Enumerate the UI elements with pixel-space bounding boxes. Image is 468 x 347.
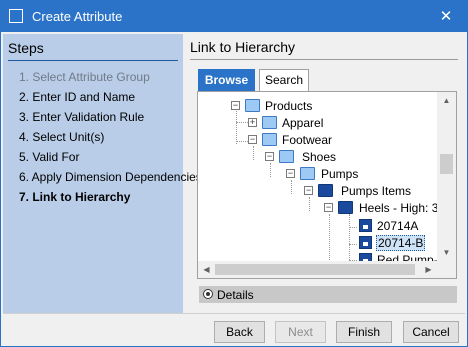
step-select-attribute-group: 1. Select Attribute Group (19, 70, 150, 84)
hierarchy-tree[interactable]: − Products + Apparel − Footwear − Shoes … (197, 91, 457, 279)
tree-node-products[interactable]: − Products (231, 98, 451, 114)
cancel-button[interactable]: Cancel (403, 321, 459, 343)
details-bar[interactable]: Details (199, 286, 457, 303)
scroll-corner (437, 261, 456, 278)
folder-icon (262, 116, 277, 129)
tree-node-footwear[interactable]: − Footwear (248, 132, 448, 148)
title-bar: Create Attribute ✕ (1, 1, 467, 32)
steps-panel: Steps 1. Select Attribute Group 2. Enter… (3, 34, 202, 313)
vertical-scroll-thumb[interactable] (440, 154, 453, 174)
scroll-down-icon[interactable]: ▼ (437, 244, 456, 261)
page-title: Link to Hierarchy (190, 39, 296, 55)
tree-node-label: 20714-B (376, 235, 426, 251)
folder-dark-icon (318, 184, 333, 197)
vertical-scrollbar[interactable]: ▲ ▼ (437, 92, 456, 261)
tree-connector (349, 214, 350, 260)
item-icon (359, 236, 372, 249)
steps-title: Steps (8, 40, 44, 56)
tree-connector (309, 197, 310, 211)
collapse-toggle[interactable]: − (265, 152, 274, 161)
tree-connector (329, 214, 330, 262)
folder-icon (262, 133, 277, 146)
tree-node-pumps[interactable]: − Pumps (286, 166, 446, 182)
folder-icon (279, 150, 294, 163)
create-attribute-dialog: Create Attribute ✕ Steps 1. Select Attri… (0, 0, 468, 347)
window-title: Create Attribute (32, 9, 123, 24)
window-icon (9, 9, 23, 23)
expand-toggle[interactable]: + (248, 118, 257, 127)
tree-connector (270, 163, 271, 177)
scroll-right-icon[interactable]: ▶ (420, 261, 437, 278)
collapse-toggle[interactable]: − (231, 101, 240, 110)
tab-search[interactable]: Search (259, 69, 309, 91)
tree-node-label: Shoes (302, 150, 337, 164)
collapse-toggle[interactable]: − (248, 135, 257, 144)
tree-node-shoes[interactable]: − Shoes (265, 149, 445, 165)
footer-divider (3, 313, 465, 314)
tree-connector (349, 244, 357, 245)
title-divider (190, 59, 458, 60)
step-select-units: 4. Select Unit(s) (19, 130, 105, 144)
tree-node-apparel[interactable]: + Apparel (248, 115, 448, 131)
tree-connector (253, 146, 254, 160)
next-button[interactable]: Next (275, 321, 326, 343)
collapse-toggle[interactable]: − (324, 203, 333, 212)
step-valid-for: 5. Valid For (19, 150, 80, 164)
finish-button[interactable]: Finish (336, 321, 392, 343)
folder-icon (300, 167, 315, 180)
tree-connector (349, 227, 357, 228)
tree-connector (291, 180, 292, 194)
step-link-to-hierarchy: 7. Link to Hierarchy (19, 190, 131, 204)
step-apply-dimension-dependencies: 6. Apply Dimension Dependencies (19, 170, 202, 184)
horizontal-scrollbar[interactable]: ◀ ▶ (198, 261, 437, 278)
expand-details-icon[interactable] (203, 289, 213, 299)
tree-node-label: Products (265, 99, 313, 113)
collapse-toggle[interactable]: − (304, 186, 313, 195)
folder-dark-icon (338, 201, 353, 214)
item-icon (359, 219, 372, 232)
tree-node-label: Footwear (282, 133, 333, 147)
tree-node-pumps-items[interactable]: − Pumps Items (304, 183, 444, 199)
folder-icon (245, 99, 260, 112)
scroll-left-icon[interactable]: ◀ (198, 261, 215, 278)
tree-node-label: 20714A (377, 219, 419, 233)
tree-node-label: Apparel (282, 116, 324, 130)
step-enter-id-name: 2. Enter ID and Name (19, 90, 136, 104)
scroll-up-icon[interactable]: ▲ (437, 92, 456, 109)
tab-browse[interactable]: Browse (198, 69, 255, 91)
back-button[interactable]: Back (214, 321, 265, 343)
horizontal-scroll-thumb[interactable] (215, 264, 415, 275)
close-button[interactable]: ✕ (431, 4, 461, 29)
step-enter-validation-rule: 3. Enter Validation Rule (19, 110, 145, 124)
steps-divider (8, 60, 178, 61)
details-label: Details (217, 288, 254, 302)
tree-node-label: Pumps (321, 167, 359, 181)
collapse-toggle[interactable]: − (286, 169, 295, 178)
tree-node-label: Pumps Items (341, 184, 412, 198)
